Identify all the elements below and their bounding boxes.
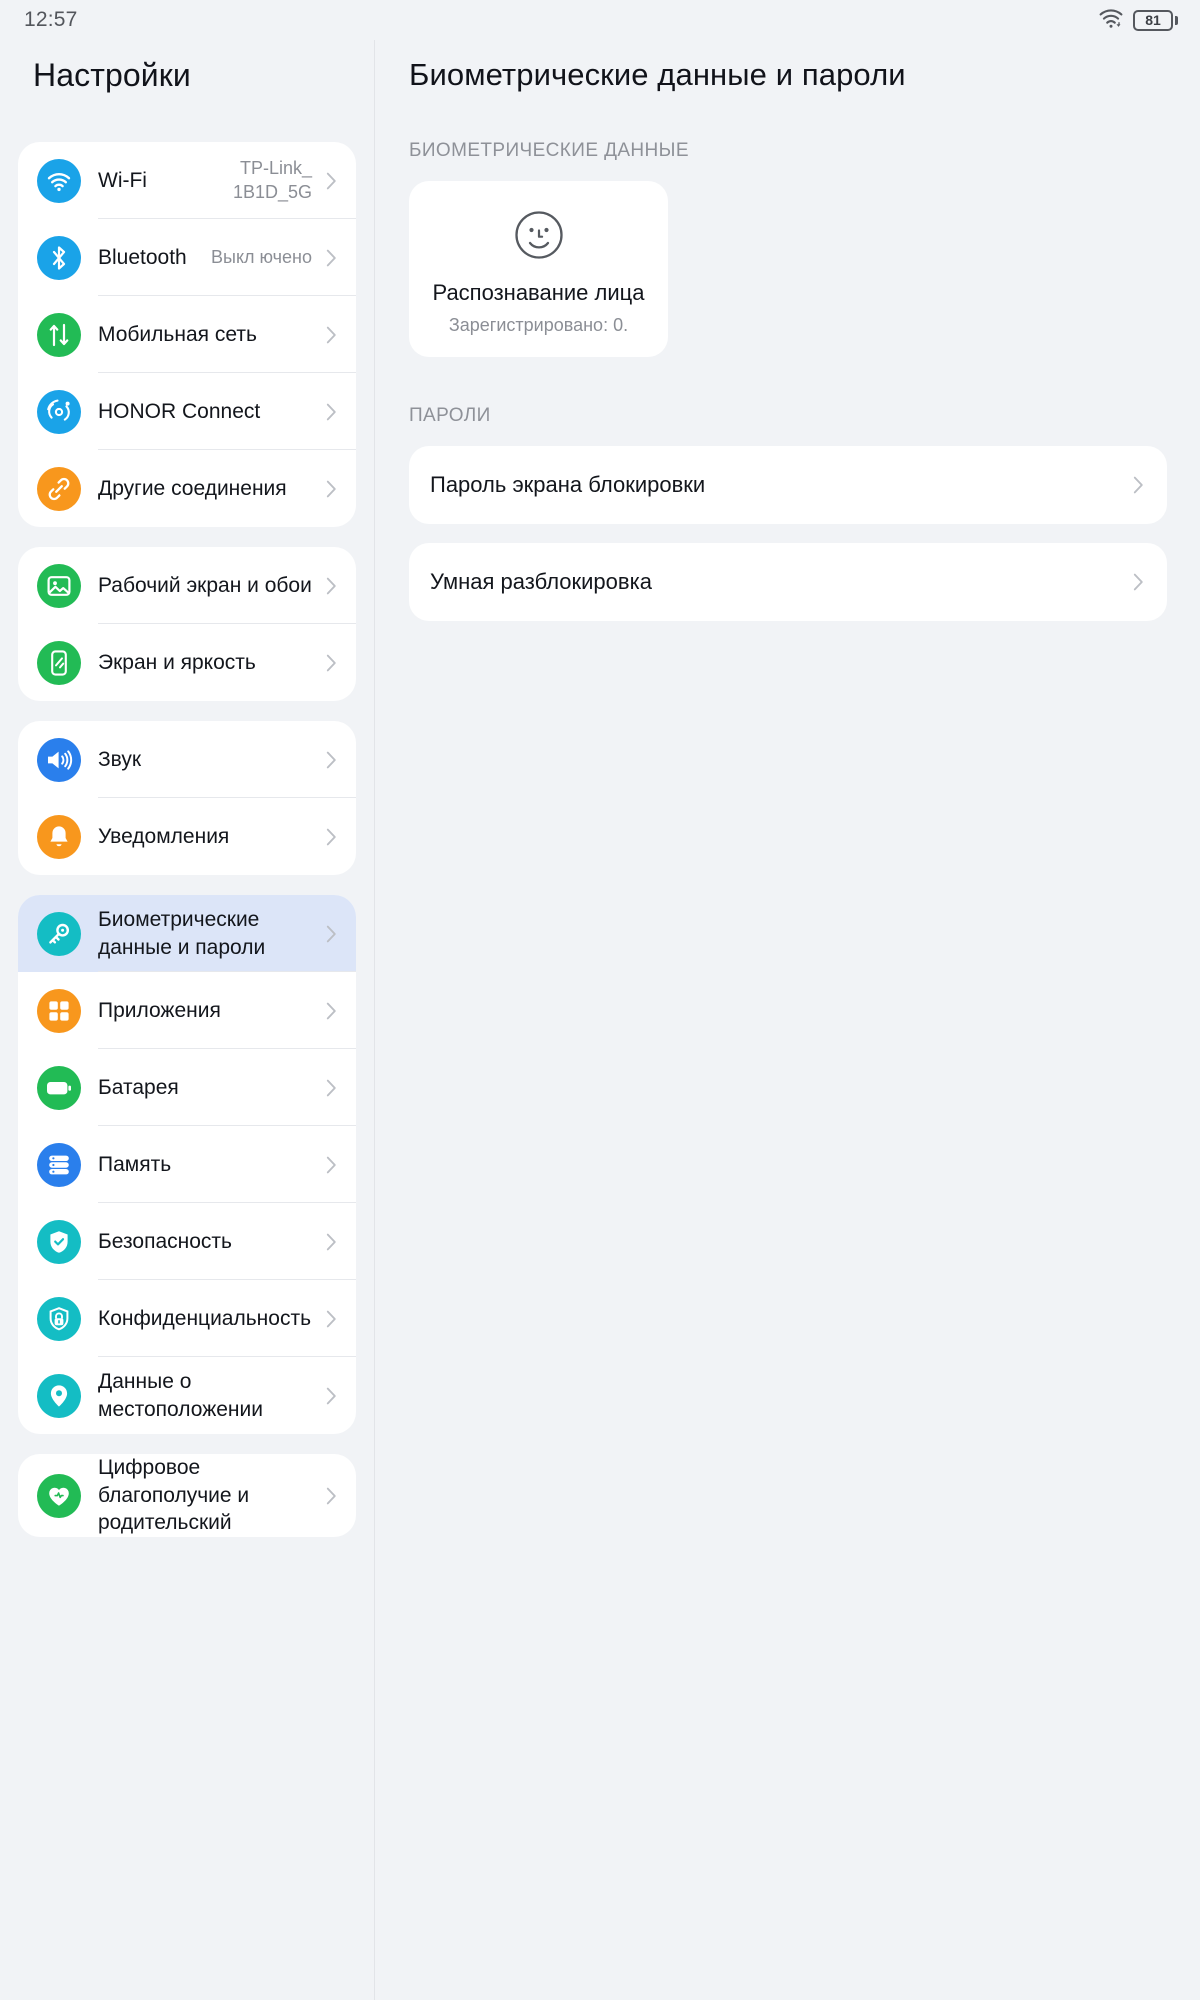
wifi-icon (37, 158, 81, 203)
sidebar-item-безопасность[interactable]: Безопасность (18, 1203, 356, 1280)
battery-icon: 81 (1133, 9, 1178, 31)
sidebar-item-звук[interactable]: Звук (18, 721, 356, 798)
chevron-right-icon (320, 826, 342, 848)
bluetooth-icon (37, 235, 81, 280)
sidebar-item-label: Bluetooth (98, 245, 187, 269)
sidebar-item-уведомления[interactable]: Уведомления (18, 798, 356, 875)
chevron-right-icon (320, 478, 342, 500)
page-title: Настройки (33, 57, 191, 93)
wallpaper-icon (37, 563, 81, 608)
sidebar-item-label: Экран и яркость (98, 650, 256, 674)
chevron-right-icon (320, 401, 342, 423)
sound-icon (37, 737, 81, 782)
sidebar-item-label: Приложения (98, 998, 221, 1022)
chevron-right-icon (320, 1154, 342, 1176)
sidebar-item-honor-connect[interactable]: HONOR Connect (18, 373, 356, 450)
status-indicators: 81 (1098, 7, 1178, 34)
link-icon (37, 466, 81, 511)
face-recognition-label: Распознавание лица (432, 280, 645, 305)
sidebar-item-другие-соединения[interactable]: Другие соединения (18, 450, 356, 527)
sidebar-item-цифровое-благополучие-и-родительский[interactable]: Цифровое благополучие и родительский (18, 1454, 356, 1537)
settings-screen: 12:57 81 Настройки Wi-Fi TP-Link_ 1B1D_5… (0, 0, 1200, 2000)
face-recognition-card[interactable]: Распознавание лица Зарегистрировано: 0. (409, 181, 668, 357)
status-time: 12:57 (24, 8, 78, 31)
chevron-right-icon (320, 575, 342, 597)
sidebar-item-label: Безопасность (98, 1229, 232, 1253)
sidebar-item-label: Рабочий экран и обои (98, 573, 312, 597)
sidebar[interactable]: Настройки Wi-Fi TP-Link_ 1B1D_5G Bluetooth… (0, 40, 375, 2000)
sidebar-item-value: TP-Link_ 1B1D_5G (232, 158, 312, 202)
status-bar: 12:57 81 (0, 0, 1200, 40)
sidebar-item-экран-и-яркость[interactable]: Экран и яркость (18, 624, 356, 701)
key-icon (37, 911, 81, 956)
sidebar-item-label: Батарея (98, 1075, 179, 1099)
sidebar-item-биометрические-данные-и-пароли[interactable]: Биометрические данные и пароли (18, 895, 356, 972)
digital-wellbeing-icon (37, 1473, 81, 1518)
sidebar-group: Wi-Fi TP-Link_ 1B1D_5G Bluetooth Выкл ючено… (18, 142, 356, 527)
chevron-right-icon (320, 1385, 342, 1407)
sidebar-group: Рабочий экран и обои Экран и яркость (18, 547, 356, 701)
sidebar-item-label: Конфиденциальность (98, 1306, 312, 1330)
sidebar-item-label: Wi-Fi (98, 168, 147, 192)
chevron-right-icon (320, 1485, 342, 1507)
sidebar-item-label: Данные о местоположении (98, 1369, 263, 1421)
sidebar-item-мобильная-сеть[interactable]: Мобильная сеть (18, 296, 356, 373)
battery-icon (37, 1065, 81, 1110)
sidebar-item-label: Уведомления (98, 824, 230, 848)
detail-title: Биометрические данные и пароли (409, 57, 906, 92)
sidebar-item-wi-fi[interactable]: Wi-Fi TP-Link_ 1B1D_5G (18, 142, 356, 219)
sidebar-item-рабочий-экран-и-обои[interactable]: Рабочий экран и обои (18, 547, 356, 624)
chevron-right-icon (320, 1308, 342, 1330)
sidebar-item-приложения[interactable]: Приложения (18, 972, 356, 1049)
chevron-right-icon (320, 652, 342, 674)
sidebar-item-label: Память (98, 1152, 172, 1176)
chevron-right-icon (1127, 474, 1149, 496)
sidebar-item-память[interactable]: Память (18, 1126, 356, 1203)
chevron-right-icon (320, 247, 342, 269)
password-row-1[interactable]: Умная разблокировка (409, 543, 1167, 621)
shield-check-icon (37, 1219, 81, 1264)
sidebar-group: Цифровое благополучие и родительский (18, 1454, 356, 1538)
sidebar-group: Биометрические данные и пароли Приложения… (18, 895, 356, 1434)
battery-percent: 81 (1145, 12, 1161, 28)
passwords-section-header: ПАРОЛИ (409, 405, 491, 426)
password-row-label: Умная разблокировка (430, 569, 652, 594)
password-row-label: Пароль экрана блокировки (430, 472, 706, 497)
location-pin-icon (37, 1373, 81, 1418)
sidebar-item-label: Звук (98, 747, 142, 771)
chevron-right-icon (1127, 571, 1149, 593)
brightness-icon (37, 640, 81, 685)
chevron-right-icon (320, 923, 342, 945)
sidebar-item-value: Выкл ючено (211, 246, 312, 267)
sidebar-item-label: Другие соединения (98, 476, 287, 500)
sidebar-item-bluetooth[interactable]: Bluetooth Выкл ючено (18, 219, 356, 296)
storage-icon (37, 1142, 81, 1187)
apps-icon (37, 988, 81, 1033)
chevron-right-icon (320, 749, 342, 771)
face-smiley-icon (513, 209, 565, 261)
chevron-right-icon (320, 170, 342, 192)
privacy-lock-icon (37, 1296, 81, 1341)
sidebar-item-label: Мобильная сеть (98, 322, 257, 346)
bell-icon (37, 814, 81, 859)
chevron-right-icon (320, 324, 342, 346)
biometrics-section-header: БИОМЕТРИЧЕСКИЕ ДАННЫЕ (409, 140, 689, 161)
password-row-0[interactable]: Пароль экрана блокировки (409, 446, 1167, 524)
sidebar-item-label: HONOR Connect (98, 399, 261, 423)
mobile-network-icon (37, 312, 81, 357)
sidebar-item-label: Биометрические данные и пароли (98, 907, 266, 959)
sidebar-item-данные-о-местоположении[interactable]: Данные о местоположении (18, 1357, 356, 1434)
chevron-right-icon (320, 1077, 342, 1099)
sidebar-item-батарея[interactable]: Батарея (18, 1049, 356, 1126)
sidebar-item-конфиденциальность[interactable]: Конфиденциальность (18, 1280, 356, 1357)
sidebar-group: Звук Уведомления (18, 721, 356, 875)
chevron-right-icon (320, 1000, 342, 1022)
detail-pane: Биометрические данные и пароли БИОМЕТРИЧ… (376, 40, 1200, 2000)
honor-connect-icon (37, 389, 81, 434)
sidebar-item-label: Цифровое благополучие и родительский (98, 1456, 250, 1535)
wifi-icon (1098, 7, 1124, 34)
chevron-right-icon (320, 1231, 342, 1253)
face-enrolled-count: Зарегистрировано: 0. (448, 315, 629, 335)
